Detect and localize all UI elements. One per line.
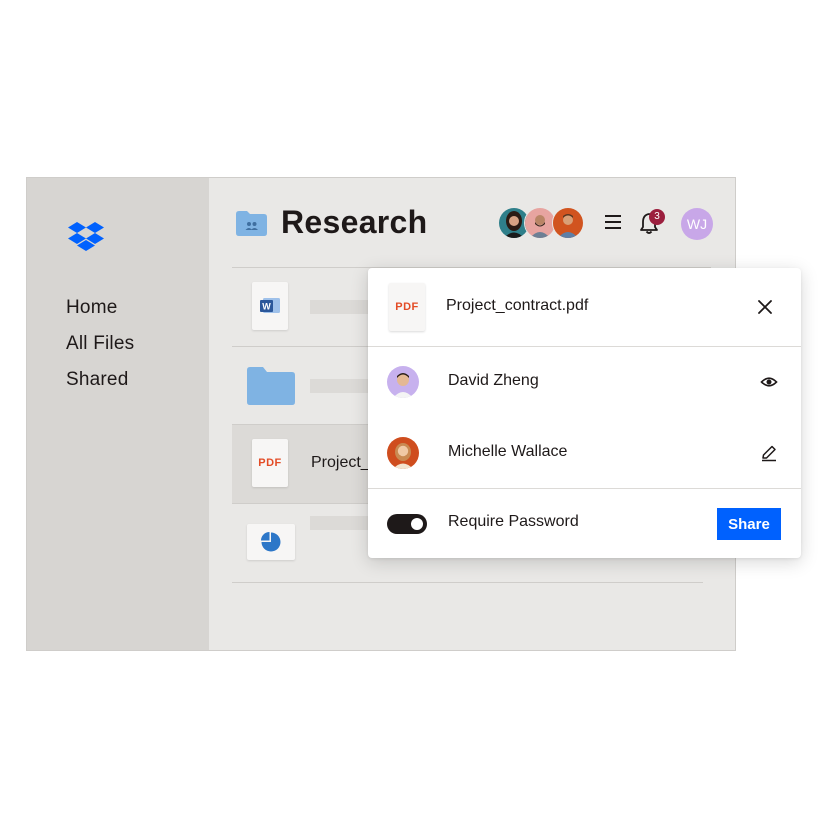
word-doc-icon: W xyxy=(252,282,288,330)
require-password-label: Require Password xyxy=(448,513,579,530)
panel-divider xyxy=(368,346,801,347)
folder-icon xyxy=(247,367,295,405)
collaborator-avatar[interactable] xyxy=(552,207,584,239)
user-avatar[interactable]: WJ xyxy=(681,208,713,240)
avatar-michelle-wallace xyxy=(387,437,419,469)
sidebar-item-shared[interactable]: Shared xyxy=(66,368,134,404)
shared-folder-icon xyxy=(236,211,267,236)
avatar-david-zheng xyxy=(387,366,419,398)
sidebar: Home All Files Shared xyxy=(27,178,209,650)
share-file-name: Project_contract.pdf xyxy=(446,297,589,314)
svg-text:W: W xyxy=(262,302,271,312)
file-name: Project_ xyxy=(311,454,370,471)
sidebar-item-home[interactable]: Home xyxy=(66,296,134,332)
share-button[interactable]: Share xyxy=(717,508,781,540)
notification-badge: 3 xyxy=(649,209,665,225)
panel-divider xyxy=(368,488,801,489)
sidebar-item-all-files[interactable]: All Files xyxy=(66,332,134,368)
list-divider xyxy=(232,582,703,583)
require-password-toggle[interactable] xyxy=(387,514,427,534)
share-panel: PDF Project_contract.pdf David Zheng Mic… xyxy=(368,268,801,558)
close-icon[interactable] xyxy=(757,299,773,315)
menu-icon[interactable] xyxy=(605,215,621,229)
pdf-icon: PDF xyxy=(389,283,425,331)
person-name: Michelle Wallace xyxy=(448,443,568,460)
pdf-icon: PDF xyxy=(252,439,288,487)
page-title: Research xyxy=(281,204,428,240)
toggle-knob xyxy=(411,518,423,530)
sidebar-nav: Home All Files Shared xyxy=(66,296,134,404)
person-name: David Zheng xyxy=(448,372,539,389)
pencil-icon[interactable] xyxy=(760,444,778,462)
chart-file-icon xyxy=(247,524,295,560)
dropbox-logo[interactable] xyxy=(68,222,104,252)
eye-icon[interactable] xyxy=(760,373,778,391)
